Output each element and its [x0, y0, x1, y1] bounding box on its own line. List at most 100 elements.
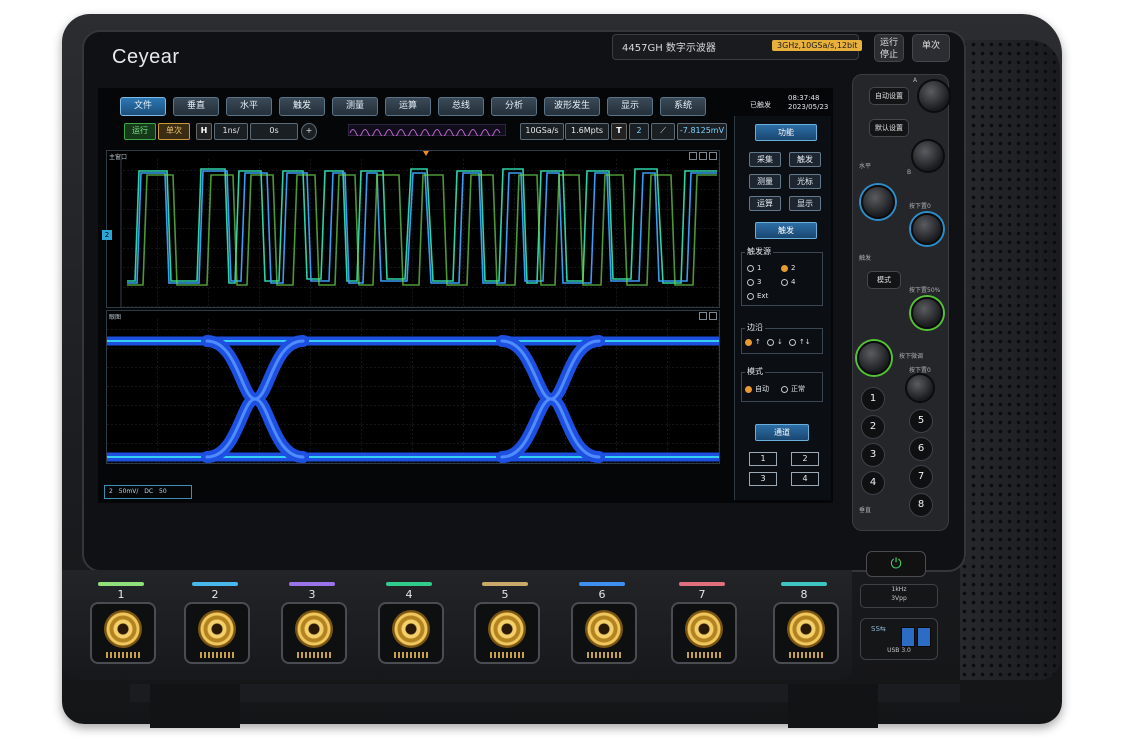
channel-7-input[interactable]: 7: [667, 582, 737, 664]
menu-file[interactable]: 文件: [120, 97, 166, 116]
channel-3-input[interactable]: 3: [277, 582, 347, 664]
bnc-connector-icon[interactable]: [295, 610, 333, 648]
bnc-teeth: [394, 652, 428, 658]
channel-2-key[interactable]: 2: [861, 415, 885, 439]
menu-horizontal[interactable]: 水平: [226, 97, 272, 116]
horizontal-scale-knob[interactable]: [861, 185, 895, 219]
power-button[interactable]: ⏻: [866, 551, 926, 577]
bnc-connector-icon[interactable]: [488, 610, 526, 648]
channel-7-number: 7: [698, 588, 706, 601]
usb-ports[interactable]: SS⇆ USB 3.0: [860, 618, 938, 660]
bnc-connector-icon[interactable]: [585, 610, 623, 648]
math-button[interactable]: 运算: [749, 196, 781, 211]
channel-3-key[interactable]: 3: [861, 443, 885, 467]
measure-button[interactable]: 测量: [749, 174, 781, 189]
display-screen: 文件 垂直 水平 触发 测量 运算 总线 分析 波形发生 显示 系统 已触发 0…: [98, 88, 833, 503]
edge-rising-radio[interactable]: ↑: [745, 338, 761, 346]
menu-system[interactable]: 系统: [660, 97, 706, 116]
channel-6-key[interactable]: 6: [909, 437, 933, 461]
trigger-section-label: 触发: [859, 255, 872, 262]
source-ext-radio[interactable]: Ext: [747, 292, 768, 300]
mode-auto-radio[interactable]: 自动: [745, 384, 769, 394]
channel-5-key[interactable]: 5: [909, 409, 933, 433]
trigger-channel[interactable]: 2: [629, 123, 649, 140]
function-header[interactable]: 功能: [755, 124, 817, 141]
bnc-connector-icon[interactable]: [104, 610, 142, 648]
channel-1-button[interactable]: 1: [749, 452, 777, 466]
channel-3-button[interactable]: 3: [749, 472, 777, 486]
vertical-position-knob[interactable]: [905, 373, 935, 403]
vertical-scale-knob[interactable]: [857, 341, 891, 375]
time-offset-field[interactable]: 0s: [250, 123, 298, 140]
trigger-level-knob[interactable]: [911, 297, 943, 329]
sample-preview: [348, 124, 506, 136]
rising-edge-icon[interactable]: ⟋: [651, 123, 675, 140]
channel-6-led: [579, 582, 625, 586]
channel-2-button[interactable]: 2: [791, 452, 819, 466]
trigger-function-button[interactable]: 触发: [789, 152, 821, 167]
bnc-connector-icon[interactable]: [392, 610, 430, 648]
acquire-button[interactable]: 采集: [749, 152, 781, 167]
run-stop-button[interactable]: 运行 停止: [874, 34, 904, 62]
main-window[interactable]: 主窗口: [106, 150, 720, 308]
source-3-radio[interactable]: 3: [747, 278, 761, 286]
display-button[interactable]: 显示: [789, 196, 821, 211]
main-waveform: [120, 151, 719, 307]
source-1-radio[interactable]: 1: [747, 264, 761, 272]
channel-2-bnc-frame: [184, 602, 250, 664]
channel-7-key[interactable]: 7: [909, 465, 933, 489]
trigger-header[interactable]: 触发: [755, 222, 817, 239]
edge-both-radio[interactable]: ↑↓: [789, 338, 811, 346]
channel-8-key[interactable]: 8: [909, 493, 933, 517]
channel-header[interactable]: 通道: [755, 424, 809, 441]
usb-port-1[interactable]: [901, 627, 915, 647]
menu-measure[interactable]: 测量: [332, 97, 378, 116]
source-2-radio[interactable]: 2: [781, 264, 795, 272]
menu-bus[interactable]: 总线: [438, 97, 484, 116]
menu-display[interactable]: 显示: [607, 97, 653, 116]
timebase-field[interactable]: 1ns/: [214, 123, 248, 140]
bnc-teeth: [789, 652, 823, 658]
knob-a[interactable]: [917, 79, 951, 113]
single-button[interactable]: 单次: [912, 34, 950, 62]
trigger-level[interactable]: -7.8125mV: [677, 123, 727, 140]
channel-2-input[interactable]: 2: [180, 582, 250, 664]
mode-normal-radio[interactable]: 正常: [781, 384, 805, 394]
channel-6-input[interactable]: 6: [567, 582, 637, 664]
menu-trigger[interactable]: 触发: [279, 97, 325, 116]
default-setup-button[interactable]: 默认设置: [869, 119, 909, 137]
bnc-connector-icon[interactable]: [685, 610, 723, 648]
menu-vertical[interactable]: 垂直: [173, 97, 219, 116]
power-icon: ⏻: [890, 556, 902, 572]
channel-4-key[interactable]: 4: [861, 471, 885, 495]
left-foot: [150, 684, 240, 728]
bnc-connector-icon[interactable]: [198, 610, 236, 648]
channel-5-number: 5: [501, 588, 509, 601]
cursor-button[interactable]: 光标: [789, 174, 821, 189]
usb-port-2[interactable]: [917, 627, 931, 647]
trigger-mode-button[interactable]: 模式: [867, 271, 901, 289]
channel-4-input[interactable]: 4: [374, 582, 444, 664]
bnc-connector-icon[interactable]: [787, 610, 825, 648]
run-indicator[interactable]: 运行: [124, 123, 156, 140]
channel-marker[interactable]: 2: [102, 230, 112, 240]
channel-4-button[interactable]: 4: [791, 472, 819, 486]
auto-setup-button[interactable]: 自动设置: [869, 87, 909, 105]
channel-1-key[interactable]: 1: [861, 387, 885, 411]
menu-analyze[interactable]: 分析: [491, 97, 537, 116]
channel-8-led: [781, 582, 827, 586]
single-indicator[interactable]: 单次: [158, 123, 190, 140]
horizontal-position-knob[interactable]: [911, 213, 943, 245]
channel-8-input[interactable]: 8: [769, 582, 839, 664]
channel-5-input[interactable]: 5: [470, 582, 540, 664]
zoom-plus-icon[interactable]: +: [301, 123, 317, 140]
channel-2-info[interactable]: 2 50mV/ DC 50: [104, 485, 192, 499]
menu-math[interactable]: 运算: [385, 97, 431, 116]
channel-1-input[interactable]: 1: [86, 582, 156, 664]
calibration-output[interactable]: 1kHz 3Vpp: [860, 584, 938, 608]
menu-waveform-gen[interactable]: 波形发生: [544, 97, 600, 116]
edge-falling-radio[interactable]: ↓: [767, 338, 783, 346]
eye-diagram-window[interactable]: 眼图: [106, 310, 720, 464]
knob-b[interactable]: [911, 139, 945, 173]
source-4-radio[interactable]: 4: [781, 278, 795, 286]
